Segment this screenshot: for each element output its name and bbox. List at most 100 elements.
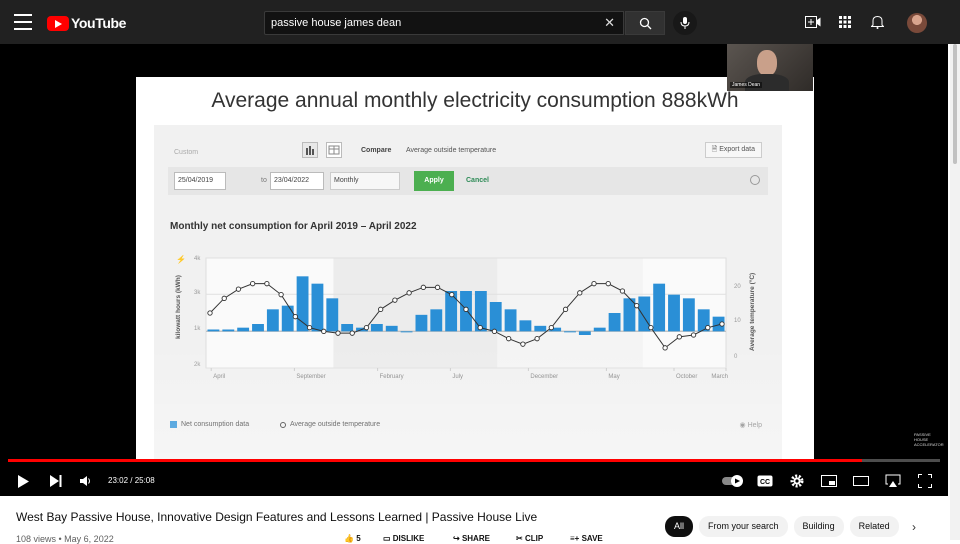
search-box: ✕ [264, 11, 624, 35]
playlist-add-icon: ≡+ [570, 534, 582, 543]
consumption-bar [237, 327, 250, 332]
temperature-point [605, 281, 611, 287]
chip-all[interactable]: All [665, 516, 694, 537]
x-tick-label: September [296, 374, 325, 380]
dislike-button[interactable]: ▭ DISLIKE [383, 534, 424, 543]
consumption-bar [638, 296, 651, 332]
avatar[interactable] [907, 13, 927, 33]
youtube-logo[interactable]: YouTube [47, 14, 126, 32]
y2-axis-label: Average temperature (°C) [748, 273, 756, 351]
consumption-chart: 4k 3k 1k 2k 20 10 0 kilowatt hours (kWh) Average… [175, 254, 756, 380]
consumption-bar [578, 331, 591, 335]
compare-select: Average outside temperature [406, 147, 497, 154]
progress-fill [8, 459, 862, 462]
export-label: Export data [719, 146, 755, 153]
consumption-bar [311, 283, 324, 332]
temperature-point [378, 306, 384, 312]
temperature-point [705, 325, 711, 331]
from-date-input: 25/04/2019 [174, 172, 226, 190]
volume-button[interactable] [77, 472, 95, 490]
consumption-bar [385, 325, 398, 332]
autoplay-toggle[interactable] [722, 472, 744, 490]
share-button[interactable]: ↪ SHARE [453, 534, 490, 543]
temperature-point [264, 281, 270, 287]
period-dropdown: Custom [174, 149, 199, 156]
consumption-bar [296, 276, 309, 332]
notifications-icon[interactable] [868, 13, 886, 31]
temperature-point [463, 306, 469, 312]
winter-band [333, 258, 500, 368]
chip-building[interactable]: Building [793, 516, 844, 537]
temperature-point [520, 341, 526, 347]
consumption-bar [341, 324, 354, 332]
x-tick-label: March [711, 374, 728, 380]
temperature-point [321, 328, 327, 334]
consumption-bar [593, 327, 606, 332]
search-input[interactable] [265, 12, 585, 34]
play-button[interactable] [14, 472, 32, 490]
temperature-point [392, 297, 398, 303]
temperature-point [292, 314, 298, 320]
fullscreen-button[interactable] [916, 472, 934, 490]
like-count: 5 [356, 534, 361, 543]
page-scrollbar[interactable] [950, 44, 960, 540]
share-label: SHARE [461, 534, 490, 543]
dislike-icon: ▭ [383, 534, 393, 543]
scissors-icon: ✂ [516, 534, 525, 543]
video-player[interactable]: Average annual monthly electricity consu… [0, 44, 948, 496]
apps-icon[interactable] [836, 13, 854, 31]
chevron-right-icon[interactable]: › [912, 520, 916, 534]
miniplayer-button[interactable] [820, 472, 838, 490]
like-button[interactable]: 👍 5 [344, 534, 361, 543]
x-tick-label: April [213, 374, 225, 380]
search-button[interactable] [625, 11, 665, 35]
cast-button[interactable] [884, 472, 902, 490]
settings-button[interactable] [788, 472, 806, 490]
create-icon[interactable] [804, 13, 822, 31]
clip-button[interactable]: ✂ CLIP [516, 534, 543, 543]
y-tick-label: 1k [194, 326, 201, 332]
temperature-point [420, 284, 426, 290]
temperature-point [591, 281, 597, 287]
temperature-point [363, 325, 370, 331]
progress-bar[interactable] [8, 459, 940, 462]
slide-title: Average annual monthly electricity consu… [211, 89, 739, 112]
legend-circle-icon [280, 421, 286, 428]
lightning-icon: ⚡ [176, 254, 186, 264]
save-button[interactable]: ≡+ SAVE [570, 534, 603, 543]
temperature-point [534, 336, 540, 342]
consumption-bar [534, 325, 547, 332]
y-tick-label: 2k [194, 362, 201, 368]
fullscreen-icon [918, 474, 932, 488]
next-button[interactable] [47, 472, 65, 490]
consumption-bar [682, 298, 695, 332]
close-icon [750, 175, 760, 185]
chip-related[interactable]: Related [849, 516, 899, 537]
presenter-head [757, 50, 777, 76]
chip-from-your-search[interactable]: From your search [699, 516, 788, 537]
video-meta: 108 views • May 6, 2022 [16, 534, 114, 544]
miniplayer-icon [821, 475, 837, 487]
help-label: Help [747, 422, 762, 429]
legend-label: Net consumption data [181, 421, 250, 428]
time-display: 23:02 / 25:08 [108, 476, 155, 485]
to-date-input: 23/04/2022 [270, 172, 324, 190]
scrollbar-thumb[interactable] [953, 44, 957, 164]
theater-mode-button[interactable] [852, 472, 870, 490]
menu-icon[interactable] [14, 14, 32, 30]
consumption-bar [504, 309, 517, 332]
temperature-point [562, 306, 569, 312]
player-controls: 23:02 / 25:08 CC [0, 466, 948, 496]
dislike-label: DISLIKE [392, 534, 425, 543]
temperature-point [207, 310, 213, 316]
help-icon: ◉ [739, 422, 748, 429]
winter-band [497, 258, 643, 368]
voice-search-button[interactable] [673, 11, 697, 35]
consumption-bar [623, 298, 636, 332]
clear-icon[interactable]: ✕ [604, 15, 615, 31]
temperature-point [434, 284, 441, 290]
svg-text:CC: CC [760, 479, 770, 486]
captions-button[interactable]: CC [756, 472, 774, 490]
y2-tick-label: 10 [734, 318, 741, 324]
consumption-bar [252, 324, 264, 332]
